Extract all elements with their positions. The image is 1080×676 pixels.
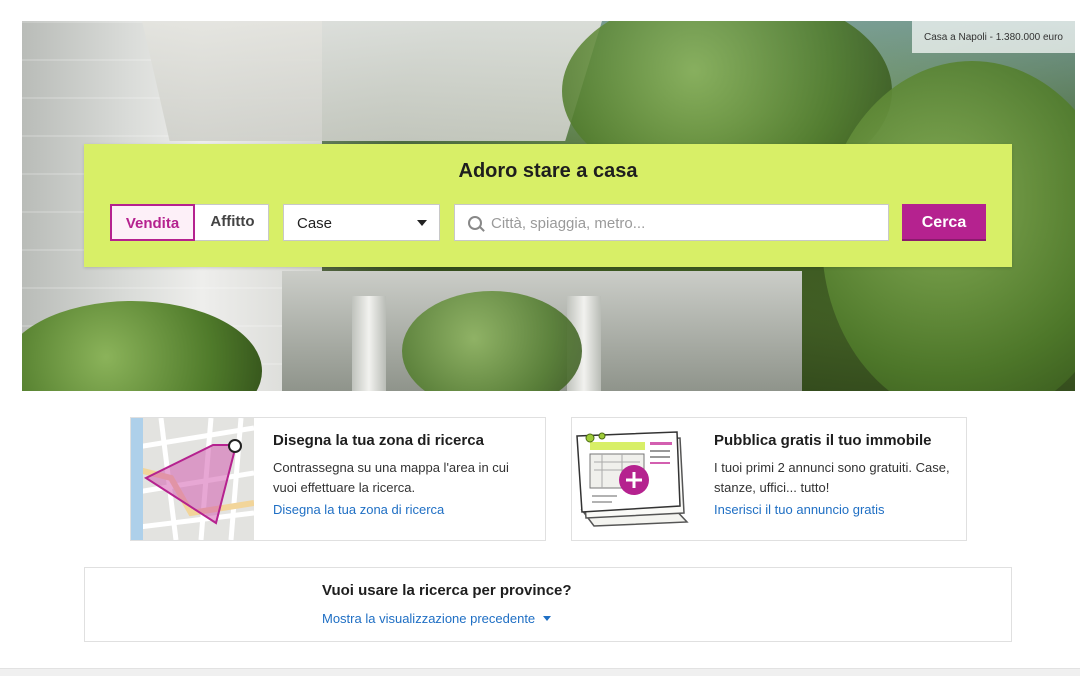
search-button[interactable]: Cerca xyxy=(902,204,986,241)
property-type-value: Case xyxy=(297,215,333,232)
search-panel: Adoro stare a casa Vendita Affitto Case … xyxy=(84,144,1012,267)
tab-affitto[interactable]: Affitto xyxy=(195,204,270,241)
operation-toggle: Vendita Affitto xyxy=(110,204,269,241)
show-previous-view-label: Mostra la visualizzazione precedente xyxy=(322,611,536,626)
card-title: Pubblica gratis il tuo immobile xyxy=(714,432,932,449)
search-input[interactable] xyxy=(489,205,883,242)
search-icon xyxy=(468,216,482,230)
property-type-select[interactable]: Case xyxy=(283,204,440,241)
card-description: Contrassegna su una mappa l'area in cui … xyxy=(273,460,509,495)
publish-listing-link[interactable]: Inserisci il tuo annuncio gratis xyxy=(714,502,885,517)
publish-listing-icon xyxy=(572,418,695,540)
search-box[interactable] xyxy=(454,204,889,242)
tab-vendita[interactable]: Vendita xyxy=(110,204,195,241)
image-caption: Casa a Napoli - 1.380.000 euro xyxy=(912,21,1075,53)
draw-area-card: Disegna la tua zona di ricerca Contrasse… xyxy=(130,417,546,541)
draw-area-link[interactable]: Disegna la tua zona di ricerca xyxy=(273,502,444,517)
building-roof xyxy=(142,21,602,141)
province-title: Vuoi usare la ricerca per province? xyxy=(322,582,572,599)
publish-card: Pubblica gratis il tuo immobile I tuoi p… xyxy=(571,417,967,541)
caret-down-icon xyxy=(543,616,552,621)
card-title: Disegna la tua zona di ricerca xyxy=(273,432,484,449)
card-description: I tuoi primi 2 annunci sono gratuiti. Ca… xyxy=(714,460,950,495)
province-search-box: Vuoi usare la ricerca per province? Most… xyxy=(84,567,1012,642)
search-title: Adoro stare a casa xyxy=(458,160,638,182)
chevron-down-icon xyxy=(417,220,427,226)
map-draw-icon xyxy=(131,418,254,540)
column xyxy=(352,296,386,391)
show-previous-view-link[interactable]: Mostra la visualizzazione precedente xyxy=(322,611,552,626)
